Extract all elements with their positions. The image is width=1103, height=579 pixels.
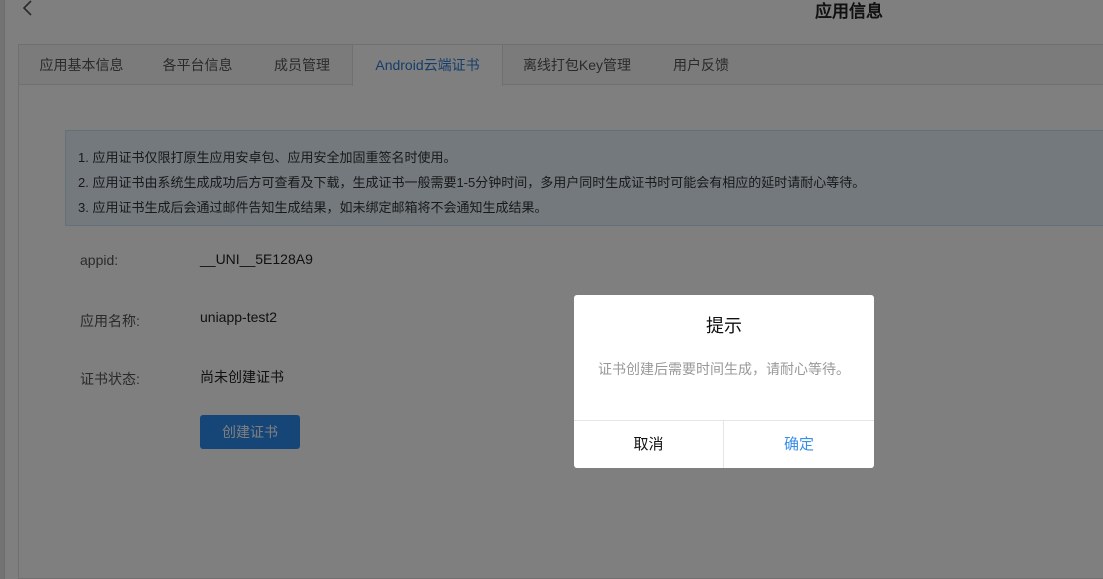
confirm-button[interactable]: 确定 — [724, 421, 874, 468]
dialog-title: 提示 — [706, 316, 742, 336]
cancel-button[interactable]: 取消 — [574, 421, 724, 468]
confirm-dialog: 提示 证书创建后需要时间生成，请耐心等待。 取消 确定 — [574, 295, 874, 468]
dialog-footer: 取消 确定 — [574, 420, 874, 468]
modal-overlay[interactable] — [0, 0, 1103, 579]
dialog-message: 证书创建后需要时间生成，请耐心等待。 — [598, 361, 850, 377]
